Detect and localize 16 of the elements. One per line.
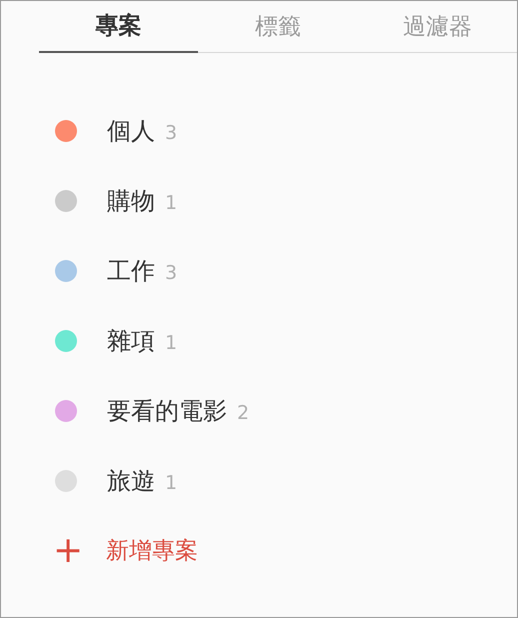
project-name[interactable]: 工作 <box>107 253 155 289</box>
task-count: 2 <box>237 400 250 426</box>
project-name[interactable]: 要看的電影 <box>107 393 227 429</box>
tab[interactable]: 專案 <box>39 1 198 53</box>
task-count: 3 <box>165 260 178 286</box>
task-count: 3 <box>165 120 178 146</box>
add-project-button[interactable]: + 新增專案 <box>1 516 517 586</box>
project-name[interactable]: 旅遊 <box>107 463 155 499</box>
project-name[interactable]: 個人 <box>107 113 155 149</box>
add-project-label: 新增專案 <box>106 536 198 566</box>
plus-icon: + <box>53 533 81 569</box>
task-count: 1 <box>165 190 178 216</box>
project-name[interactable]: 雜項 <box>107 323 155 359</box>
project-name[interactable]: 購物 <box>107 183 155 219</box>
task-count: 1 <box>165 330 178 356</box>
task-count: 1 <box>165 470 178 496</box>
